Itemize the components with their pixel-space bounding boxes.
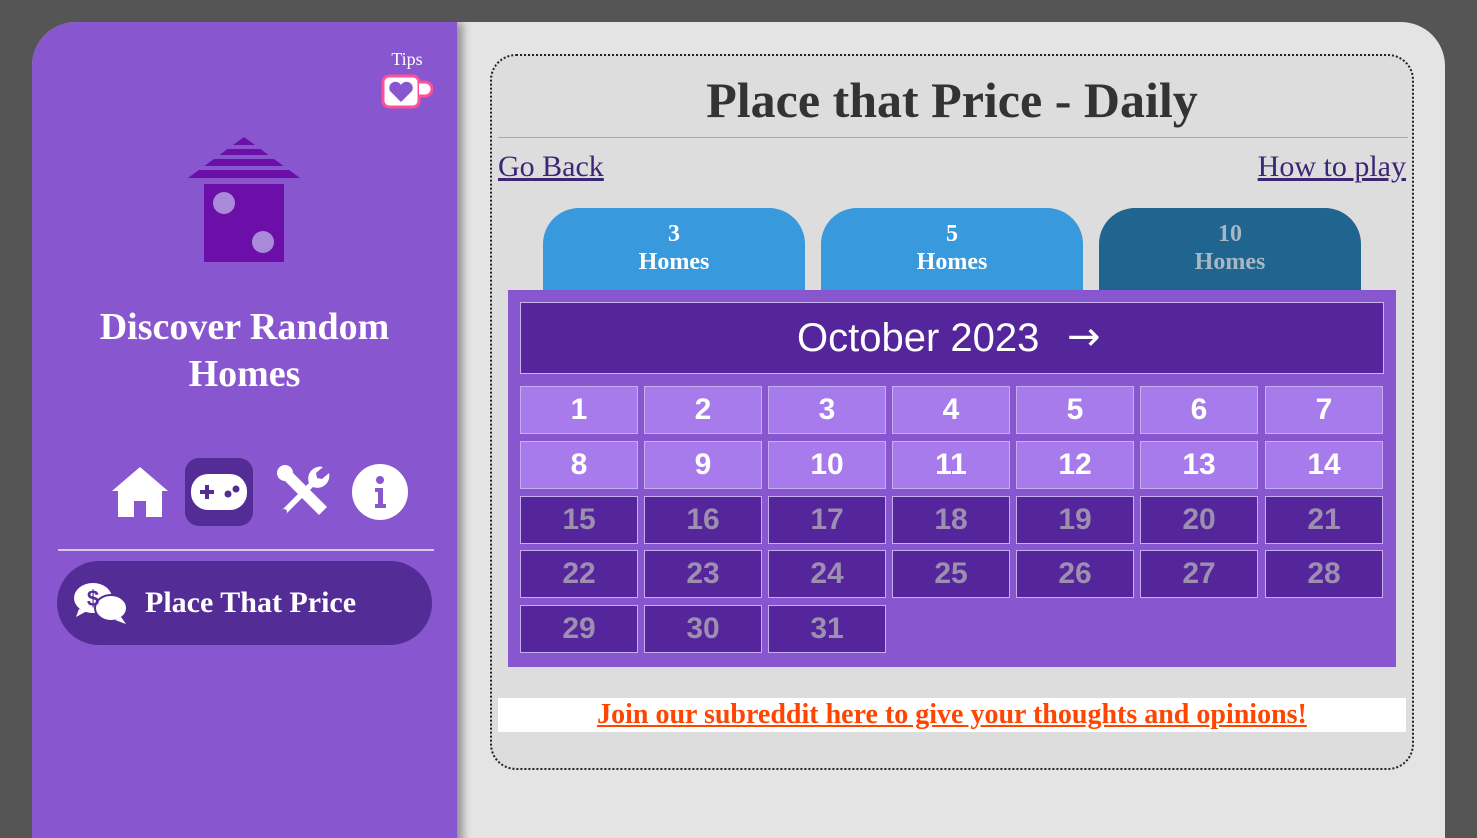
svg-text:$: $ xyxy=(87,586,99,611)
calendar-day: 23 xyxy=(644,550,762,598)
calendar-day: 17 xyxy=(768,496,886,544)
tab-count: 10 xyxy=(1218,221,1242,247)
tab-3-homes[interactable]: 3 Homes xyxy=(543,208,805,290)
month-label: October 2023 xyxy=(797,316,1040,360)
calendar-day[interactable]: 9 xyxy=(644,441,762,489)
current-game-label: Place That Price xyxy=(145,586,357,619)
nav-tools[interactable] xyxy=(270,458,338,526)
calendar-day[interactable]: 1 xyxy=(520,386,638,434)
title-divider xyxy=(498,137,1408,138)
calendar-day[interactable]: 13 xyxy=(1140,441,1258,489)
page-title: Place that Price - Daily xyxy=(706,72,1198,128)
nav-divider xyxy=(58,549,434,551)
tab-count: 5 xyxy=(946,221,958,247)
gamepad-icon xyxy=(191,474,247,510)
calendar-day[interactable]: 4 xyxy=(892,386,1010,434)
tips-label: Tips xyxy=(391,49,423,69)
tab-10-homes[interactable]: 10 Homes xyxy=(1099,208,1361,290)
main-card: Place that Price - Daily Go Back How to … xyxy=(490,54,1414,770)
calendar-day: 28 xyxy=(1265,550,1383,598)
tips-button[interactable]: Tips xyxy=(381,48,433,110)
subreddit-link[interactable]: Join our subreddit here to give your tho… xyxy=(597,699,1307,730)
site-title: Discover Random Homes xyxy=(99,306,390,395)
calendar-day[interactable]: 12 xyxy=(1016,441,1134,489)
tab-label: Homes xyxy=(916,249,988,275)
calendar-day[interactable]: 5 xyxy=(1016,386,1134,434)
calendar-day: 31 xyxy=(768,605,886,653)
calendar-day: 20 xyxy=(1140,496,1258,544)
calendar-day: 29 xyxy=(520,605,638,653)
calendar-day[interactable]: 3 xyxy=(768,386,886,434)
next-month-arrow-icon[interactable]: → xyxy=(1067,313,1101,361)
nav-home[interactable] xyxy=(106,458,174,526)
calendar-day[interactable]: 10 xyxy=(768,441,886,489)
calendar-day: 27 xyxy=(1140,550,1258,598)
calendar: October 2023 → 1 2 3 4 5 6 7 8 9 10 11 12 13 14 15 16 17… xyxy=(508,290,1396,667)
tab-5-homes[interactable]: 5 Homes xyxy=(821,208,1083,290)
tab-label: Homes xyxy=(1194,249,1266,275)
home-icon xyxy=(112,467,168,517)
month-header: October 2023 → xyxy=(520,302,1384,374)
go-back-link[interactable]: Go Back xyxy=(498,148,604,186)
calendar-day[interactable]: 7 xyxy=(1265,386,1383,434)
calendar-day[interactable]: 14 xyxy=(1265,441,1383,489)
calendar-day: 22 xyxy=(520,550,638,598)
nav-games[interactable] xyxy=(185,458,253,526)
reddit-banner: Join our subreddit here to give your tho… xyxy=(498,698,1406,732)
calendar-day: 30 xyxy=(644,605,762,653)
tools-icon xyxy=(277,465,330,515)
app-frame: Tips Discover Random Homes $ Place That … xyxy=(32,22,1445,838)
tab-label: Homes xyxy=(638,249,710,275)
tab-count: 3 xyxy=(668,221,680,247)
calendar-day: 18 xyxy=(892,496,1010,544)
current-game-button[interactable]: $ Place That Price xyxy=(57,561,432,645)
calendar-day[interactable]: 6 xyxy=(1140,386,1258,434)
calendar-day[interactable]: 2 xyxy=(644,386,762,434)
calendar-day: 25 xyxy=(892,550,1010,598)
sidebar: Tips Discover Random Homes $ Place That … xyxy=(32,22,457,838)
calendar-day: 21 xyxy=(1265,496,1383,544)
calendar-day: 16 xyxy=(644,496,762,544)
calendar-day[interactable]: 8 xyxy=(520,441,638,489)
coffee-heart-icon xyxy=(381,74,433,109)
calendar-day: 15 xyxy=(520,496,638,544)
info-icon xyxy=(352,464,408,520)
calendar-day: 26 xyxy=(1016,550,1134,598)
price-chat-icon: $ xyxy=(74,583,128,624)
how-to-play-link[interactable]: How to play xyxy=(1258,148,1406,186)
calendar-day: 19 xyxy=(1016,496,1134,544)
house-dice-logo-icon xyxy=(188,137,300,262)
calendar-day: 24 xyxy=(768,550,886,598)
nav-icon-bar xyxy=(106,458,416,526)
calendar-day[interactable]: 11 xyxy=(892,441,1010,489)
nav-info[interactable] xyxy=(346,458,414,526)
